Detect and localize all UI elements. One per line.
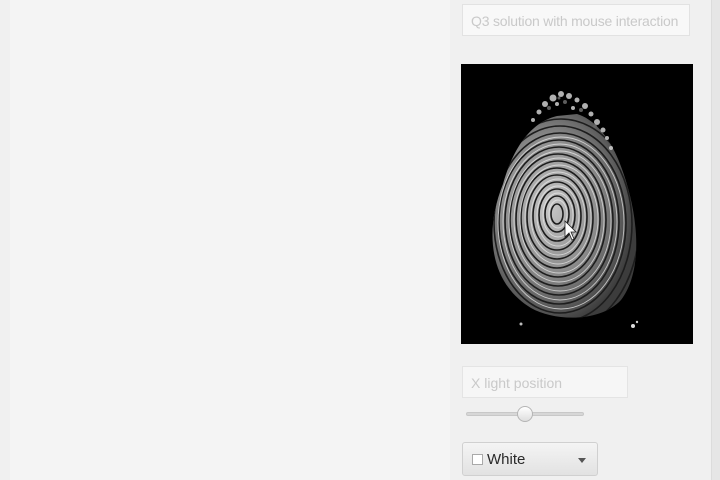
caret-down-icon[interactable] xyxy=(578,458,586,463)
left-pane xyxy=(10,0,450,480)
slider-thumb[interactable] xyxy=(517,406,533,422)
color-select-value: White xyxy=(487,451,526,468)
x-light-position-label: X light position xyxy=(462,366,628,398)
color-select[interactable]: White xyxy=(462,442,598,476)
fingerprint-render[interactable] xyxy=(461,64,693,344)
color-swatch xyxy=(472,454,483,465)
page-title: Q3 solution with mouse interaction xyxy=(462,4,690,36)
render-canvas[interactable] xyxy=(461,64,693,344)
x-light-slider[interactable] xyxy=(466,404,584,424)
app-page: Q3 solution with mouse interaction X lig… xyxy=(0,0,720,480)
scrollbar-edge[interactable] xyxy=(711,0,720,480)
